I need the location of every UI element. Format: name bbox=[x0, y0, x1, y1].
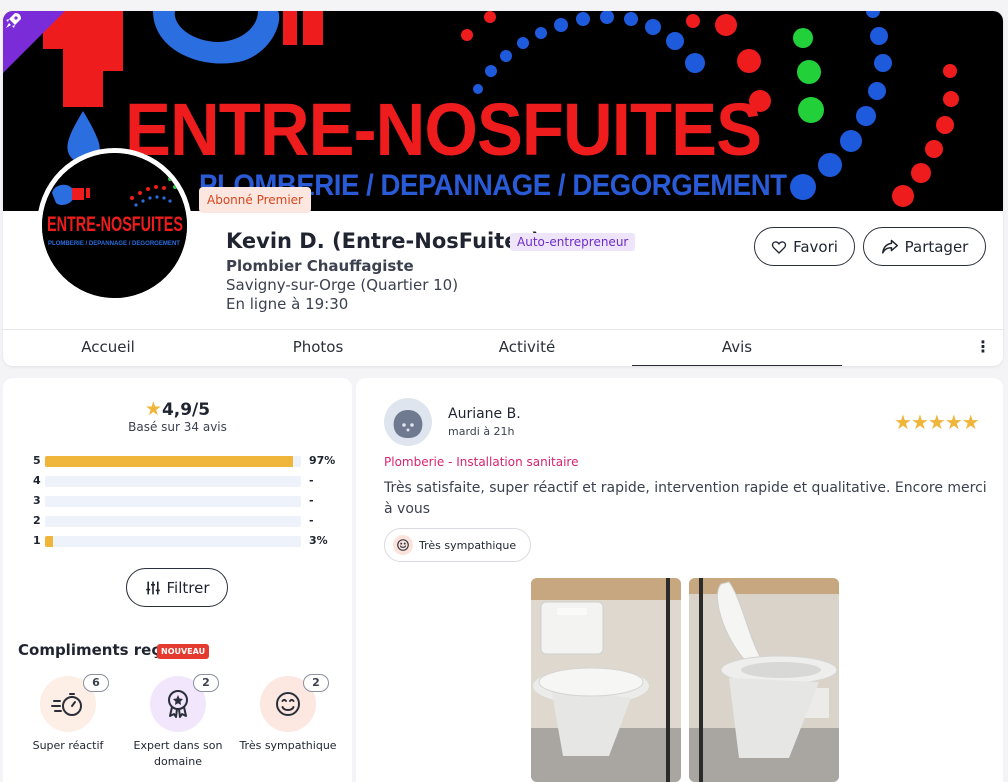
rating-row-bar-fill bbox=[45, 456, 293, 467]
heart-icon bbox=[771, 240, 787, 254]
review-card: Auriane B. mardi à 21h ★★★★★ Plomberie -… bbox=[356, 378, 1003, 782]
compliments-title: Compliments reçus bbox=[18, 641, 180, 659]
star-icon: ★ bbox=[910, 410, 929, 434]
favorite-label: Favori bbox=[793, 237, 838, 256]
default-avatar-icon bbox=[393, 410, 423, 438]
rating-row-bar bbox=[45, 536, 301, 547]
favorite-button[interactable]: Favori bbox=[754, 227, 855, 266]
new-badge: NOUVEAU bbox=[157, 644, 210, 659]
rating-row: 1 3% bbox=[33, 534, 333, 548]
rating-row-value: - bbox=[309, 514, 314, 527]
profile-avatar[interactable]: ENTRE-NOSFUITES PLOMBERIE / DEPANNAGE / … bbox=[37, 148, 192, 303]
share-button[interactable]: Partager bbox=[863, 227, 986, 266]
avatar-logo-subtitle: PLOMBERIE / DEPANNAGE / DEGORGEMENT bbox=[48, 241, 180, 247]
filter-sliders-icon bbox=[145, 581, 160, 594]
star-icon: ★ bbox=[961, 410, 980, 434]
rating-row: 2- bbox=[33, 514, 333, 528]
rating-count: Basé sur 34 avis bbox=[128, 420, 227, 434]
profile-tabs: Accueil Photos Activité Avis ⋮ bbox=[3, 329, 1003, 366]
compliment-count: 2 bbox=[193, 674, 219, 692]
filter-label: Filtrer bbox=[166, 578, 210, 597]
ratings-panel: ★4,9/5 Basé sur 34 avis 5 97% 4-3-2-1 3% Fi… bbox=[3, 378, 352, 782]
reviewer-avatar bbox=[384, 398, 432, 446]
compliment-count: 2 bbox=[303, 674, 329, 692]
rating-row-bar bbox=[45, 456, 301, 467]
review-stars: ★★★★★ bbox=[894, 410, 980, 434]
rating-row-value: 3% bbox=[309, 534, 328, 547]
rating-score: 4,9/5 bbox=[161, 400, 211, 420]
rating-row-value: - bbox=[309, 474, 314, 487]
banner-title: ENTRE-NOSFUITES bbox=[125, 88, 762, 171]
rating-row-label: 2 bbox=[33, 514, 41, 527]
rating-row-bar bbox=[45, 516, 301, 527]
review-photo[interactable] bbox=[689, 578, 839, 782]
rating-row-value: 97% bbox=[309, 454, 336, 467]
rating-row: 4- bbox=[33, 474, 333, 488]
rating-row-label: 5 bbox=[33, 454, 41, 467]
profile-job: Plombier Chauffagiste bbox=[226, 257, 414, 275]
tab-avis[interactable]: Avis bbox=[632, 330, 842, 366]
profile-name: Kevin D. (Entre-NosFuites) bbox=[226, 229, 541, 253]
review-text: Très satisfaite, super réactif et rapide… bbox=[384, 480, 987, 517]
online-status: En ligne à 19:30 bbox=[226, 295, 349, 313]
rating-row-label: 1 bbox=[33, 534, 41, 547]
rating-row-label: 3 bbox=[33, 494, 41, 507]
profile-card: ENTRE-NOSFUITES PLOMBERIE / DEPANNAGE / … bbox=[3, 11, 1003, 366]
rating-row-value: - bbox=[309, 494, 314, 507]
status-badge: Auto-entrepreneur bbox=[510, 233, 636, 251]
review-category: Plomberie - Installation sanitaire bbox=[384, 455, 579, 469]
star-icon: ★ bbox=[894, 410, 912, 434]
premium-badge: Abonné Premier bbox=[199, 187, 311, 213]
compliment-chip: Très sympathique bbox=[384, 528, 532, 562]
rating-row-bar-fill bbox=[45, 536, 53, 547]
compliment-label: Très sympathique bbox=[239, 739, 337, 752]
rating-summary: ★4,9/5 bbox=[3, 398, 352, 420]
profile-location: Savigny-sur-Orge (Quartier 10) bbox=[226, 276, 459, 294]
toilet-photo bbox=[531, 578, 681, 782]
star-icon: ★ bbox=[927, 410, 946, 434]
toilet-photo bbox=[689, 578, 839, 782]
tab-accueil[interactable]: Accueil bbox=[3, 330, 213, 366]
rating-row: 3- bbox=[33, 494, 333, 508]
smiley-icon bbox=[393, 535, 413, 555]
rocket-icon bbox=[6, 13, 21, 28]
compliment-count: 6 bbox=[83, 674, 109, 692]
review-photo[interactable] bbox=[531, 578, 681, 782]
rating-row-bar bbox=[45, 496, 301, 507]
star-icon: ★ bbox=[144, 398, 162, 420]
compliment-chip-label: Très sympathique bbox=[419, 538, 517, 552]
filter-button[interactable]: Filtrer bbox=[126, 568, 228, 607]
star-icon: ★ bbox=[944, 410, 963, 434]
share-label: Partager bbox=[904, 237, 969, 256]
rating-row-bar bbox=[45, 476, 301, 487]
review-date: mardi à 21h bbox=[448, 425, 515, 438]
avatar-logo: ENTRE-NOSFUITES PLOMBERIE / DEPANNAGE / … bbox=[42, 153, 187, 298]
tab-photos[interactable]: Photos bbox=[213, 330, 423, 366]
compliment-label: Super réactif bbox=[32, 739, 104, 752]
rating-row: 5 97% bbox=[33, 454, 336, 468]
tab-activite[interactable]: Activité bbox=[422, 330, 632, 366]
avatar-logo-title: ENTRE-NOSFUITES bbox=[47, 213, 183, 236]
compliment-label: Expert dans son domaine bbox=[133, 739, 223, 768]
rating-row-label: 4 bbox=[33, 474, 41, 487]
share-icon bbox=[881, 239, 898, 254]
reviewer-name: Auriane B. bbox=[448, 406, 521, 422]
more-options-button[interactable]: ⋮ bbox=[973, 330, 993, 366]
